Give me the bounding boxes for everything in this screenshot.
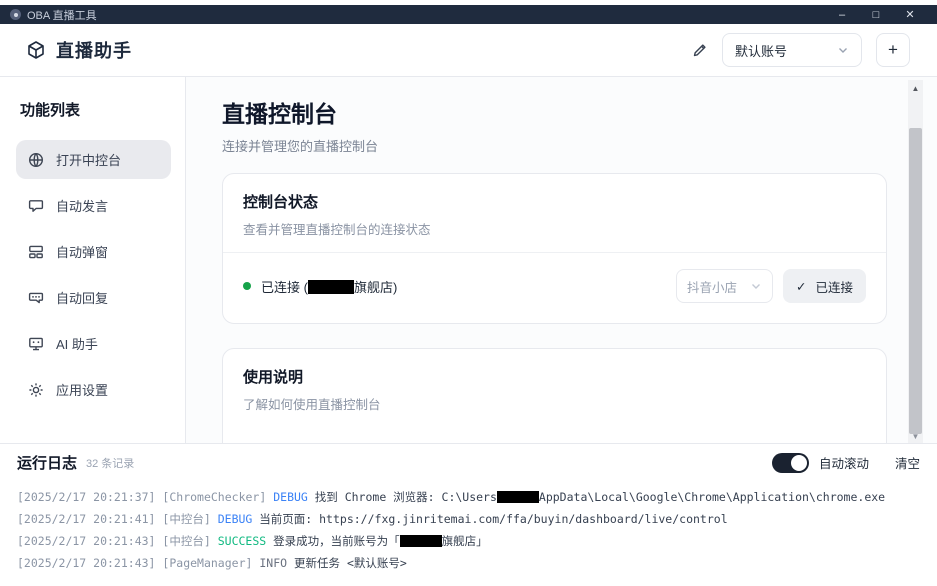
app-header: 直播助手 默认账号 + — [0, 24, 937, 77]
page-title: 直播控制台 — [222, 95, 887, 129]
window-title: OBA 直播工具 — [27, 7, 97, 23]
status-card-title: 控制台状态 — [243, 191, 866, 212]
clear-log-button[interactable]: 清空 — [895, 453, 920, 472]
vertical-scrollbar[interactable]: ▲ ▼ — [908, 80, 923, 443]
log-level: DEBUG — [218, 512, 253, 526]
log-timestamp: [2025/2/17 20:21:43] — [17, 556, 155, 570]
log-lines: [2025/2/17 20:21:37] [ChromeChecker] DEB… — [0, 481, 937, 579]
sidebar-heading: 功能列表 — [20, 99, 167, 120]
body-row: 功能列表 打开中控台 自动发言 自动弹窗 自动回复 AI 助手 应用设置 直播控… — [0, 77, 937, 443]
chat-reply-icon — [28, 290, 44, 306]
platform-select-value: 抖音小店 — [687, 277, 737, 296]
log-level: SUCCESS — [218, 534, 266, 548]
app-icon — [10, 9, 21, 20]
log-source: [中控台] — [162, 534, 210, 548]
sidebar-item-auto-reply[interactable]: 自动回复 — [16, 278, 171, 317]
log-line: [2025/2/17 20:21:41] [中控台] DEBUG 当前页面: h… — [17, 508, 920, 530]
connect-button-label: 已连接 — [815, 277, 853, 296]
chevron-down-icon — [750, 280, 762, 292]
app-title: 直播助手 — [56, 37, 132, 63]
scrollbar-thumb[interactable] — [909, 128, 922, 434]
monitor-icon — [28, 336, 44, 352]
usage-card-head: 使用说明 了解如何使用直播控制台 — [223, 349, 886, 427]
edit-account-icon[interactable] — [692, 42, 708, 58]
scroll-up-arrow-icon[interactable]: ▲ — [908, 82, 923, 94]
sidebar-nav: 打开中控台 自动发言 自动弹窗 自动回复 AI 助手 应用设置 — [16, 140, 171, 409]
log-title: 运行日志 — [17, 452, 77, 473]
log-panel: 运行日志 32 条记录 自动滚动 清空 [2025/2/17 20:21:37]… — [0, 443, 937, 586]
maximize-button[interactable]: □ — [859, 9, 893, 21]
autoscroll-label: 自动滚动 — [819, 453, 869, 472]
log-source: [中控台] — [162, 512, 210, 526]
check-icon: ✓ — [796, 279, 806, 294]
log-level: DEBUG — [273, 490, 308, 504]
log-message: 当前页面: https://fxg.jinritemai.com/ffa/buy… — [259, 512, 727, 526]
popup-window-icon — [28, 244, 44, 260]
log-header-actions: 自动滚动 清空 — [772, 453, 920, 473]
log-count: 32 条记录 — [86, 455, 134, 471]
sidebar-item-app-settings[interactable]: 应用设置 — [16, 370, 171, 409]
toggle-knob — [791, 455, 807, 471]
platform-select[interactable]: 抖音小店 — [676, 269, 773, 303]
connection-status-row: 已连接 (旗舰店) 抖音小店 ✓ 已连接 — [223, 252, 886, 323]
redacted-text — [400, 535, 442, 547]
connect-button[interactable]: ✓ 已连接 — [783, 269, 866, 303]
status-controls: 抖音小店 ✓ 已连接 — [676, 269, 866, 303]
log-source: [ChromeChecker] — [162, 490, 266, 504]
console-status-card: 控制台状态 查看并管理直播控制台的连接状态 已连接 (旗舰店) 抖音小店 — [222, 173, 887, 324]
speech-bubble-icon — [28, 198, 44, 214]
sidebar: 功能列表 打开中控台 自动发言 自动弹窗 自动回复 AI 助手 应用设置 — [0, 77, 186, 443]
sidebar-item-ai-assistant[interactable]: AI 助手 — [16, 324, 171, 363]
autoscroll-toggle[interactable] — [772, 453, 809, 473]
status-card-head: 控制台状态 查看并管理直播控制台的连接状态 — [223, 174, 886, 252]
usage-card: 使用说明 了解如何使用直播控制台 1 选择平台并点击"连接直播控制台"按钮，等待… — [222, 348, 887, 443]
connected-status-dot — [243, 282, 251, 290]
header-actions: 默认账号 + — [692, 33, 910, 67]
usage-card-subtitle: 了解如何使用直播控制台 — [243, 394, 866, 413]
add-account-button[interactable]: + — [876, 33, 910, 67]
minimize-button[interactable]: – — [825, 9, 859, 21]
log-message: 登录成功，当前账号为「旗舰店」 — [273, 534, 488, 548]
log-line: [2025/2/17 20:21:43] [PageManager] INFO … — [17, 552, 920, 574]
log-timestamp: [2025/2/17 20:21:41] — [17, 512, 155, 526]
usage-steps: 1 选择平台并点击"连接直播控制台"按钮，等待登录 2 登录成功后，即可使用自动… — [223, 427, 886, 443]
account-select-value: 默认账号 — [735, 41, 787, 60]
page-subtitle: 连接并管理您的直播控制台 — [222, 136, 887, 155]
log-source: [PageManager] — [162, 556, 252, 570]
sidebar-item-auto-popup[interactable]: 自动弹窗 — [16, 232, 171, 271]
log-message: 找到 Chrome 浏览器: C:\UsersAppData\Local\Goo… — [315, 490, 885, 504]
globe-icon — [28, 152, 44, 168]
log-header: 运行日志 32 条记录 自动滚动 清空 — [0, 444, 937, 481]
close-button[interactable]: ✕ — [893, 8, 927, 21]
sidebar-item-auto-speak[interactable]: 自动发言 — [16, 186, 171, 225]
account-select[interactable]: 默认账号 — [722, 33, 862, 67]
app-title-wrap: 直播助手 — [26, 37, 132, 63]
connection-status-text: 已连接 (旗舰店) — [261, 277, 397, 296]
log-timestamp: [2025/2/17 20:21:37] — [17, 490, 155, 504]
app-window: OBA 直播工具 – □ ✕ 直播助手 — [0, 0, 937, 586]
log-line: [2025/2/17 20:21:43] [中控台] SUCCESS 登录成功，… — [17, 530, 920, 552]
log-timestamp: [2025/2/17 20:21:43] — [17, 534, 155, 548]
log-line: [2025/2/17 20:21:37] [ChromeChecker] DEB… — [17, 486, 920, 508]
usage-card-title: 使用说明 — [243, 366, 866, 387]
package-box-icon — [26, 40, 46, 60]
status-card-subtitle: 查看并管理直播控制台的连接状态 — [243, 219, 866, 238]
chevron-down-icon — [837, 44, 849, 56]
gear-icon — [28, 382, 44, 398]
log-message: 更新任务 <默认账号> — [294, 556, 407, 570]
redacted-store-name — [308, 280, 354, 294]
log-level: INFO — [259, 556, 287, 570]
main-content: 直播控制台 连接并管理您的直播控制台 控制台状态 查看并管理直播控制台的连接状态… — [186, 77, 937, 443]
redacted-text — [497, 491, 539, 503]
titlebar: OBA 直播工具 – □ ✕ — [0, 5, 937, 24]
window-controls: – □ ✕ — [825, 8, 927, 21]
sidebar-item-open-console[interactable]: 打开中控台 — [16, 140, 171, 179]
scroll-down-arrow-icon[interactable]: ▼ — [908, 430, 923, 442]
